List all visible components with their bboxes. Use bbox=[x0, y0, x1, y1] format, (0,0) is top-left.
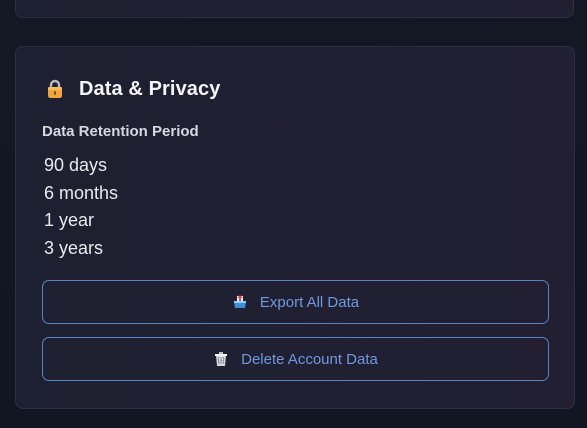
settings-page: Data & Privacy Data Retention Period 90 … bbox=[0, 0, 587, 428]
retention-option-3-years[interactable]: 3 years bbox=[44, 235, 118, 263]
outbox-icon bbox=[232, 294, 248, 310]
retention-option-90-days[interactable]: 90 days bbox=[44, 152, 118, 180]
retention-period-options: 90 days 6 months 1 year 3 years bbox=[44, 152, 118, 262]
lock-icon bbox=[45, 78, 65, 100]
retention-option-1-year[interactable]: 1 year bbox=[44, 207, 118, 235]
section-title: Data & Privacy bbox=[79, 77, 221, 100]
section-header: Data & Privacy bbox=[45, 76, 220, 102]
delete-account-data-button[interactable]: Delete Account Data bbox=[42, 337, 549, 381]
export-all-data-button[interactable]: Export All Data bbox=[42, 280, 549, 324]
data-privacy-card: Data & Privacy Data Retention Period 90 … bbox=[15, 46, 575, 409]
retention-option-6-months[interactable]: 6 months bbox=[44, 180, 118, 208]
export-all-data-label: Export All Data bbox=[259, 293, 360, 311]
retention-period-label: Data Retention Period bbox=[42, 123, 199, 140]
previous-settings-card bbox=[15, 0, 574, 18]
delete-account-data-label: Delete Account Data bbox=[241, 350, 378, 368]
trash-icon bbox=[213, 351, 229, 367]
